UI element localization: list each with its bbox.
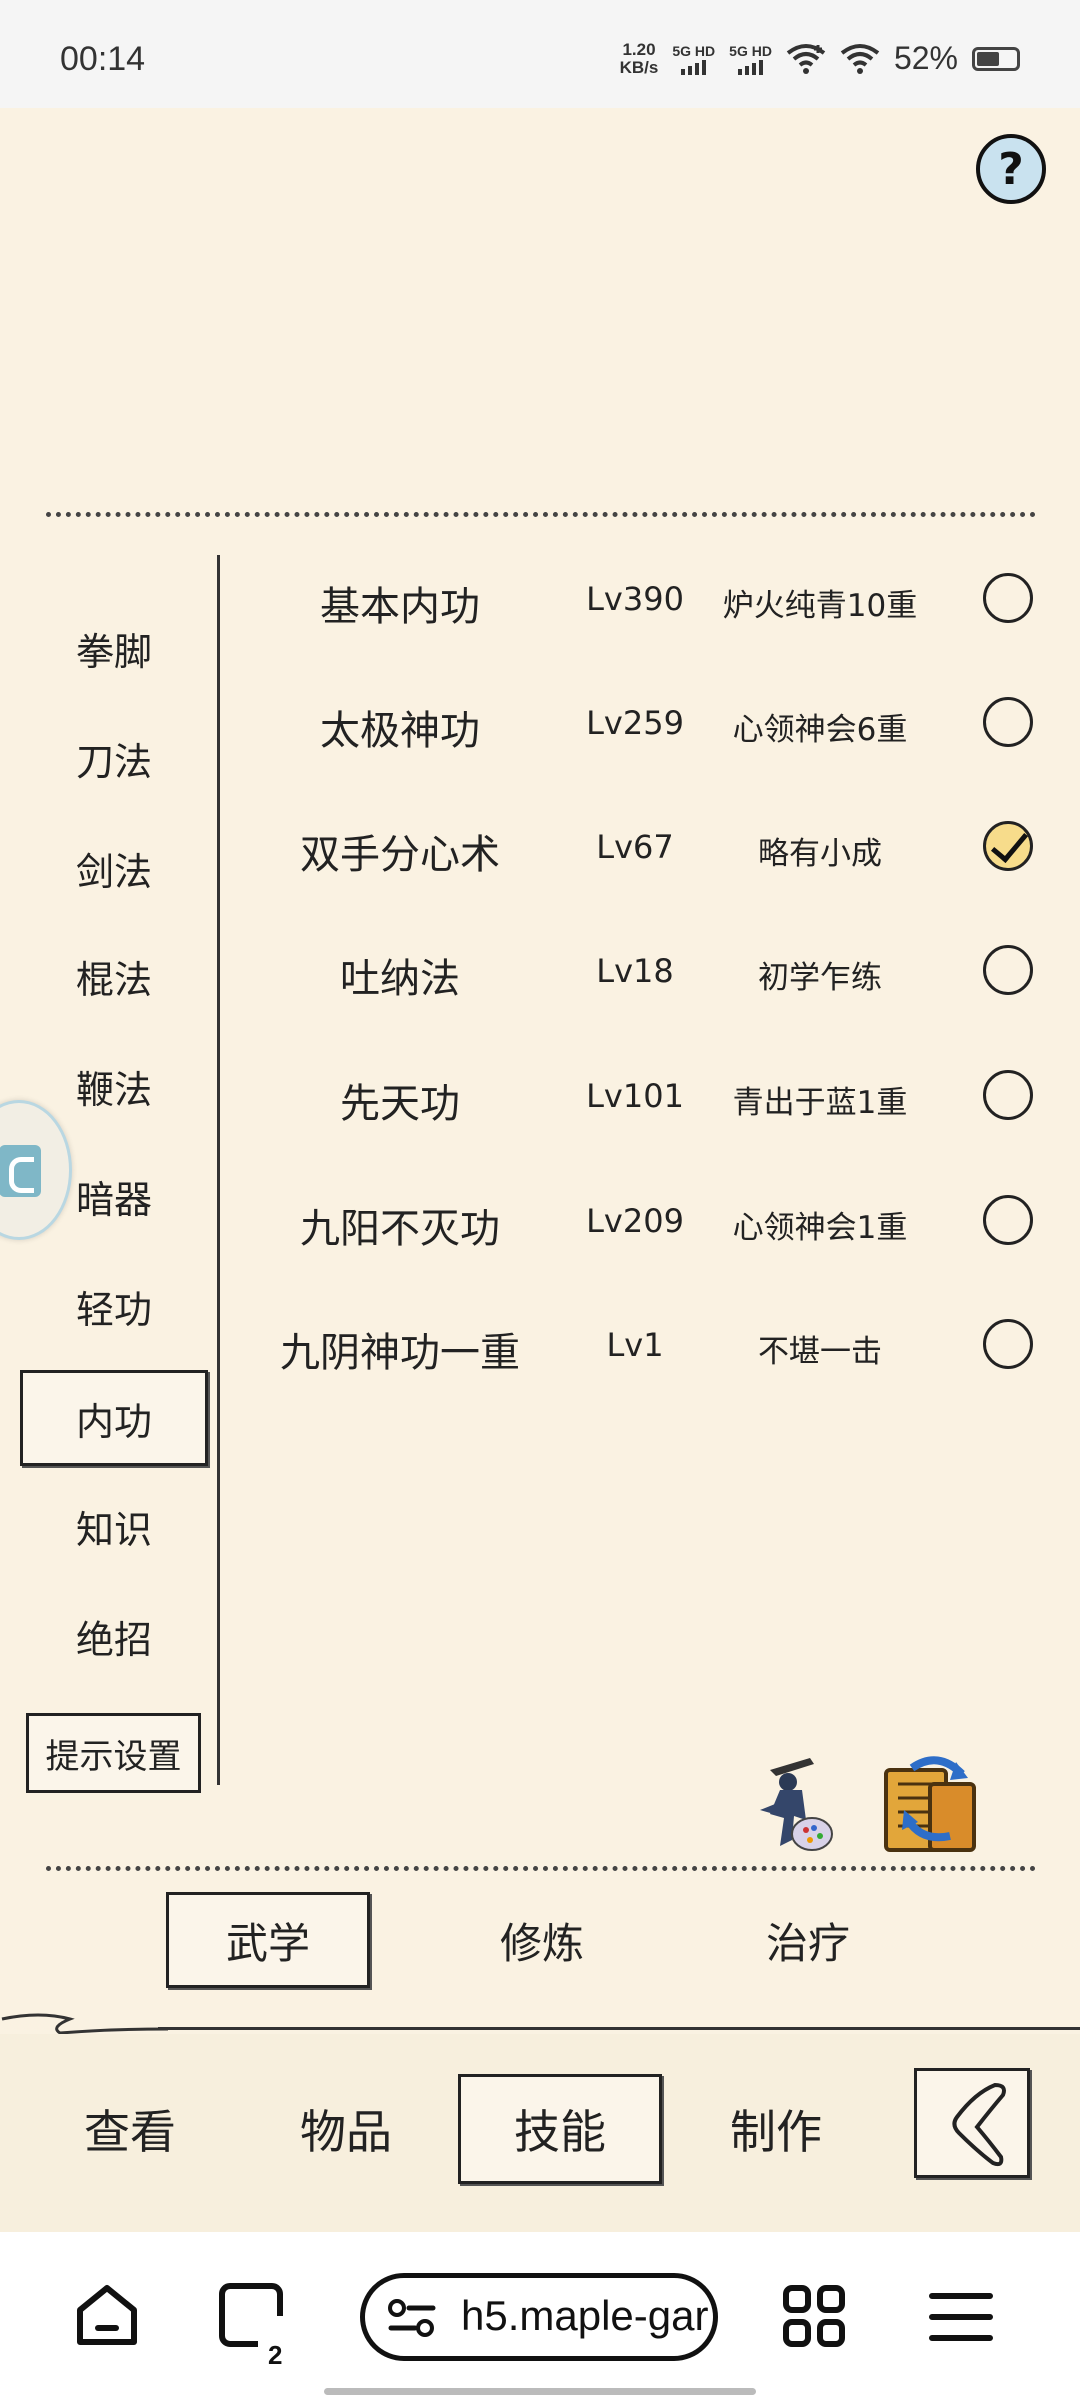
skill-select-radio[interactable] [983, 945, 1033, 995]
skill-name: 九阴神功一重 [280, 1330, 520, 1376]
nav-divider-line [158, 2027, 1080, 2030]
skill-rank: 心领神会1重 [732, 1210, 908, 1246]
skill-select-radio[interactable] [983, 1070, 1033, 1120]
address-bar[interactable]: h5.maple-gar [360, 2273, 718, 2361]
menu-icon[interactable] [928, 2290, 994, 2344]
tabs-icon[interactable] [218, 2282, 284, 2348]
sub-tab[interactable]: 武学 [166, 1892, 370, 1988]
skill-name: 基本内功 [320, 584, 480, 630]
skill-name: 吐纳法 [340, 956, 460, 1002]
status-time: 00:14 [60, 40, 146, 78]
skill-name: 九阳不灭功 [300, 1206, 500, 1252]
sidebar-item[interactable]: 内功 [20, 1370, 208, 1466]
sidebar-item[interactable]: 刀法 [20, 710, 208, 806]
skill-name: 双手分心术 [300, 832, 500, 878]
apps-grid-icon[interactable] [782, 2284, 846, 2348]
sidebar-item[interactable]: 轻功 [20, 1258, 208, 1354]
skill-level: Lv209 [586, 1202, 684, 1240]
skill-row[interactable]: 双手分心术 Lv67 略有小成 [250, 806, 1050, 886]
skill-rank: 炉火纯青10重 [722, 588, 918, 624]
ninja-action-icon[interactable] [740, 1750, 840, 1860]
skill-row[interactable]: 基本内功 Lv390 炉火纯青10重 [250, 558, 1050, 638]
sidebar-item[interactable]: 剑法 [20, 820, 208, 916]
site-settings-icon[interactable] [387, 2296, 437, 2340]
home-icon[interactable] [72, 2280, 142, 2350]
skill-name: 先天功 [340, 1081, 460, 1127]
url-text: h5.maple-gar [461, 2292, 709, 2339]
skill-level: Lv18 [596, 952, 674, 990]
skill-select-radio[interactable] [983, 697, 1033, 747]
skill-rank: 略有小成 [758, 836, 882, 872]
skill-level: Lv1 [606, 1326, 664, 1364]
hint-settings-button[interactable]: 提示设置 [26, 1713, 201, 1793]
skill-select-radio[interactable] [983, 1195, 1033, 1245]
bottom-divider [46, 1866, 1036, 1871]
skill-rank: 青出于蓝1重 [732, 1085, 908, 1121]
bottom-nav-item[interactable]: 物品 [244, 2074, 448, 2184]
bottom-nav-item[interactable]: 查看 [28, 2074, 232, 2184]
skill-select-radio[interactable] [983, 821, 1033, 871]
sidebar-item[interactable]: 知识 [20, 1478, 208, 1574]
tab-count: 2 [268, 2340, 283, 2370]
sim2-signal-icon: 5G HD [729, 43, 772, 75]
sub-tab[interactable]: 治疗 [706, 1892, 910, 1988]
wifi-icon [840, 43, 880, 74]
sidebar-divider [217, 555, 220, 1785]
battery-icon [972, 46, 1020, 71]
sidebar-item[interactable]: 棍法 [20, 928, 208, 1024]
wifi-plus-icon [786, 43, 826, 74]
skill-level: Lv390 [586, 580, 684, 618]
skill-level: Lv67 [596, 828, 674, 866]
top-divider [46, 512, 1036, 517]
home-indicator[interactable] [324, 2388, 756, 2395]
cloud-decoration [1, 2013, 169, 2035]
skill-row[interactable]: 先天功 Lv101 青出于蓝1重 [250, 1055, 1050, 1135]
network-speed: 1.20 KB/s [619, 39, 659, 77]
help-button[interactable]: ? [976, 134, 1046, 204]
back-arrow-icon [952, 2082, 1006, 2167]
battery-percent: 52% [893, 40, 958, 76]
bottom-nav-item[interactable]: 制作 [674, 2074, 878, 2184]
sidebar-item[interactable]: 绝招 [20, 1588, 208, 1684]
scroll-exchange-icon[interactable] [878, 1750, 982, 1860]
skill-row[interactable]: 太极神功 Lv259 心领神会6重 [250, 682, 1050, 762]
skill-select-radio[interactable] [983, 1319, 1033, 1369]
skill-rank: 心领神会6重 [732, 712, 908, 748]
status-bar: 00:14 1.20 KB/s 5G HD 5G HD 52% [0, 0, 1080, 108]
sidebar-item[interactable]: 拳脚 [20, 600, 208, 696]
skill-rank: 不堪一击 [758, 1334, 882, 1370]
back-button[interactable] [914, 2068, 1030, 2178]
skill-row[interactable]: 吐纳法 Lv18 初学乍练 [250, 930, 1050, 1010]
sub-tab[interactable]: 修炼 [440, 1892, 644, 1988]
skill-row[interactable]: 九阳不灭功 Lv209 心领神会1重 [250, 1180, 1050, 1260]
skill-rank: 初学乍练 [758, 960, 882, 996]
skill-name: 太极神功 [320, 708, 480, 754]
skill-select-radio[interactable] [983, 573, 1033, 623]
skill-level: Lv101 [586, 1077, 684, 1115]
status-indicators: 1.20 KB/s 5G HD 5G HD 52% [620, 40, 1020, 77]
skill-row[interactable]: 九阴神功一重 Lv1 不堪一击 [250, 1304, 1050, 1384]
sim1-signal-icon: 5G HD [672, 43, 715, 75]
skill-level: Lv259 [586, 704, 684, 742]
bottom-nav-item[interactable]: 技能 [458, 2074, 662, 2184]
